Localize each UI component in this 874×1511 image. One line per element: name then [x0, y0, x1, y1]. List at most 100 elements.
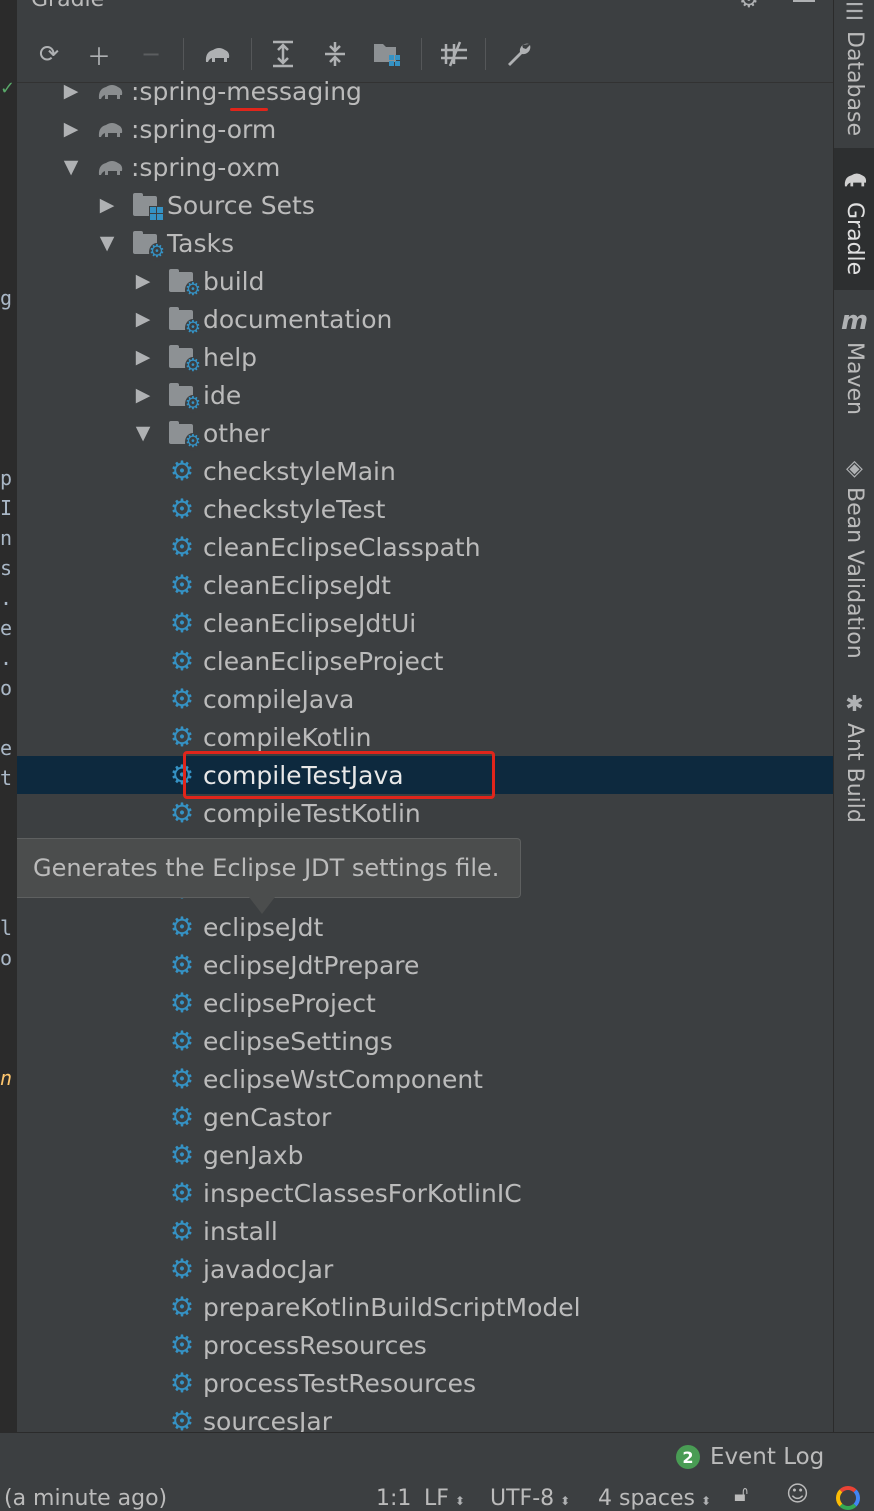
tree-item-label: :spring-oxm [131, 152, 281, 182]
updown-icon: ⬍ [454, 1494, 465, 1508]
source-sets-folder-icon [131, 190, 163, 220]
task-item[interactable]: ⚙ compileJava [17, 680, 833, 718]
task-item[interactable]: ⚙ eclipseJdtPrepare [17, 946, 833, 984]
editor-fragment: s [0, 556, 13, 580]
tree-node[interactable]: ▼ ⚙ Tasks [17, 224, 833, 262]
tree-item-label: Tasks [167, 228, 234, 258]
tree-item-label: sourcesJar [203, 1406, 333, 1433]
minus-icon[interactable]: − [135, 38, 167, 70]
chevron-right-icon[interactable]: ▶ [59, 80, 83, 102]
task-item[interactable]: ⚙ cleanEclipseClasspath [17, 528, 833, 566]
tree-node[interactable]: ▶ ⚙ ide [17, 376, 833, 414]
encoding-selector[interactable]: UTF-8 ⬍ [490, 1486, 570, 1511]
task-item[interactable]: ⚙ genJaxb [17, 1136, 833, 1174]
task-gear-icon: ⚙ [169, 797, 195, 829]
task-gear-icon: ⚙ [169, 1367, 195, 1399]
task-item[interactable]: ⚙ sourcesJar [17, 1402, 833, 1433]
tree-node[interactable]: ▶ Source Sets [17, 186, 833, 224]
task-item[interactable]: ⚙ cleanEclipseProject [17, 642, 833, 680]
tree-node[interactable]: ▶:spring-orm [17, 110, 833, 148]
task-gear-icon: ⚙ [169, 1063, 195, 1095]
side-tab-gradle[interactable]: Gradle [834, 148, 874, 290]
tree-node[interactable]: ▶ ⚙ build [17, 262, 833, 300]
task-item[interactable]: ⚙ cleanEclipseJdtUi [17, 604, 833, 642]
tree-item-label: eclipseProject [203, 988, 376, 1018]
chevron-right-icon[interactable]: ▶ [95, 194, 119, 216]
editor-fragment: . [0, 646, 13, 670]
task-item[interactable]: ⚙ javadocJar [17, 1250, 833, 1288]
side-tab-label: Gradle [842, 202, 867, 276]
task-item[interactable]: ⚙ install [17, 1212, 833, 1250]
toolbar-separator [485, 38, 486, 70]
tree-item-label: eclipseSettings [203, 1026, 393, 1056]
lock-icon[interactable]: 🔓︎ [734, 1482, 748, 1507]
chevron-right-icon[interactable]: ▶ [59, 118, 83, 140]
chevron-right-icon[interactable]: ▶ [131, 346, 155, 368]
side-tab-database[interactable]: ☰ Database [834, 0, 874, 140]
task-item[interactable]: ⚙ cleanEclipseJdt [17, 566, 833, 604]
toolbar-separator [251, 38, 252, 70]
google-icon[interactable] [836, 1486, 860, 1510]
line-separator-selector[interactable]: LF ⬍ [424, 1486, 465, 1511]
chevron-down-icon[interactable]: ▼ [131, 422, 155, 444]
task-gear-icon: ⚙ [169, 1291, 195, 1323]
expand-all-icon[interactable] [267, 38, 299, 70]
side-tab-maven[interactable]: m Maven [834, 306, 874, 426]
tooltip-text: Generates the Eclipse JDT settings file. [33, 854, 500, 882]
inspector-icon[interactable]: ☺ [786, 1482, 809, 1507]
task-item[interactable]: ⚙ checkstyleTest [17, 490, 833, 528]
tree-item-label: Source Sets [167, 190, 315, 220]
indent-selector[interactable]: 4 spaces ⬍ [598, 1486, 711, 1511]
task-gear-icon: ⚙ [169, 1139, 195, 1171]
side-tab-ant-build[interactable]: ✱ Ant Build [834, 692, 874, 823]
database-icon: ☰ [844, 0, 865, 25]
task-item[interactable]: ⚙ eclipseWstComponent [17, 1060, 833, 1098]
tree-item-label: ide [203, 380, 242, 410]
refresh-icon[interactable]: ⟳ [33, 38, 65, 70]
chevron-down-icon[interactable]: ▼ [95, 232, 119, 254]
task-folder-icon: ⚙ [167, 304, 201, 337]
task-item[interactable]: ⚙ inspectClassesForKotlinIC [17, 1174, 833, 1212]
toggle-offline-icon[interactable] [437, 38, 469, 70]
gear-icon[interactable]: ⚙ [739, 0, 759, 13]
gradle-elephant-icon[interactable] [201, 38, 233, 70]
task-item[interactable]: ⚙ genCastor [17, 1098, 833, 1136]
task-gear-icon: ⚙ [169, 1101, 195, 1133]
task-item[interactable]: ⚙ prepareKotlinBuildScriptModel [17, 1288, 833, 1326]
task-item[interactable]: ⚙ eclipseJdt [17, 908, 833, 946]
task-item[interactable]: ⚙ eclipseProject [17, 984, 833, 1022]
chevron-down-icon[interactable]: ▼ [59, 156, 83, 178]
task-item[interactable]: ⚙ processResources [17, 1326, 833, 1364]
group-modules-icon[interactable] [371, 38, 403, 70]
caret-position[interactable]: 1:1 [376, 1486, 411, 1511]
wrench-icon[interactable] [503, 38, 535, 70]
check-icon: ✓ [0, 78, 16, 99]
event-log-button[interactable]: 2 Event Log [676, 1444, 824, 1470]
editor-fragment: e [0, 616, 13, 640]
minimize-icon[interactable] [793, 0, 815, 2]
toolbar-separator [421, 38, 422, 70]
tree-node[interactable]: ▼ :spring-oxm [17, 148, 833, 186]
tree-node[interactable]: ▶ ⚙ documentation [17, 300, 833, 338]
task-gear-icon: ⚙ [169, 1405, 195, 1433]
task-gear-icon: ⚙ [169, 1329, 195, 1361]
tree-item-label: cleanEclipseJdtUi [203, 608, 417, 638]
task-item[interactable]: ⚙ checkstyleMain [17, 452, 833, 490]
tree-node[interactable]: ▶ ⚙ help [17, 338, 833, 376]
status-bar: (a minute ago) 1:1 LF ⬍ UTF-8 ⬍ 4 spaces ⬍ … [0, 1478, 874, 1511]
tree-node[interactable]: ▶:spring-messaging [17, 72, 833, 110]
task-item[interactable]: ⚙ compileTestKotlin [17, 794, 833, 832]
chevron-right-icon[interactable]: ▶ [131, 270, 155, 292]
collapse-all-icon[interactable] [319, 38, 351, 70]
chevron-right-icon[interactable]: ▶ [131, 308, 155, 330]
task-item[interactable]: ⚙ eclipseSettings [17, 1022, 833, 1060]
side-tab-bean-validation[interactable]: ◈ Bean Validation [834, 456, 874, 659]
chevron-right-icon[interactable]: ▶ [131, 384, 155, 406]
task-item[interactable]: ⚙ processTestResources [17, 1364, 833, 1402]
tree-item-label: eclipseJdt [203, 912, 324, 942]
tree-node[interactable]: ▼ ⚙ other [17, 414, 833, 452]
tooltip-tail [249, 897, 275, 914]
updown-icon: ⬍ [560, 1494, 571, 1508]
plus-icon[interactable]: ＋ [83, 38, 115, 71]
editor-fragment: I [0, 496, 13, 520]
